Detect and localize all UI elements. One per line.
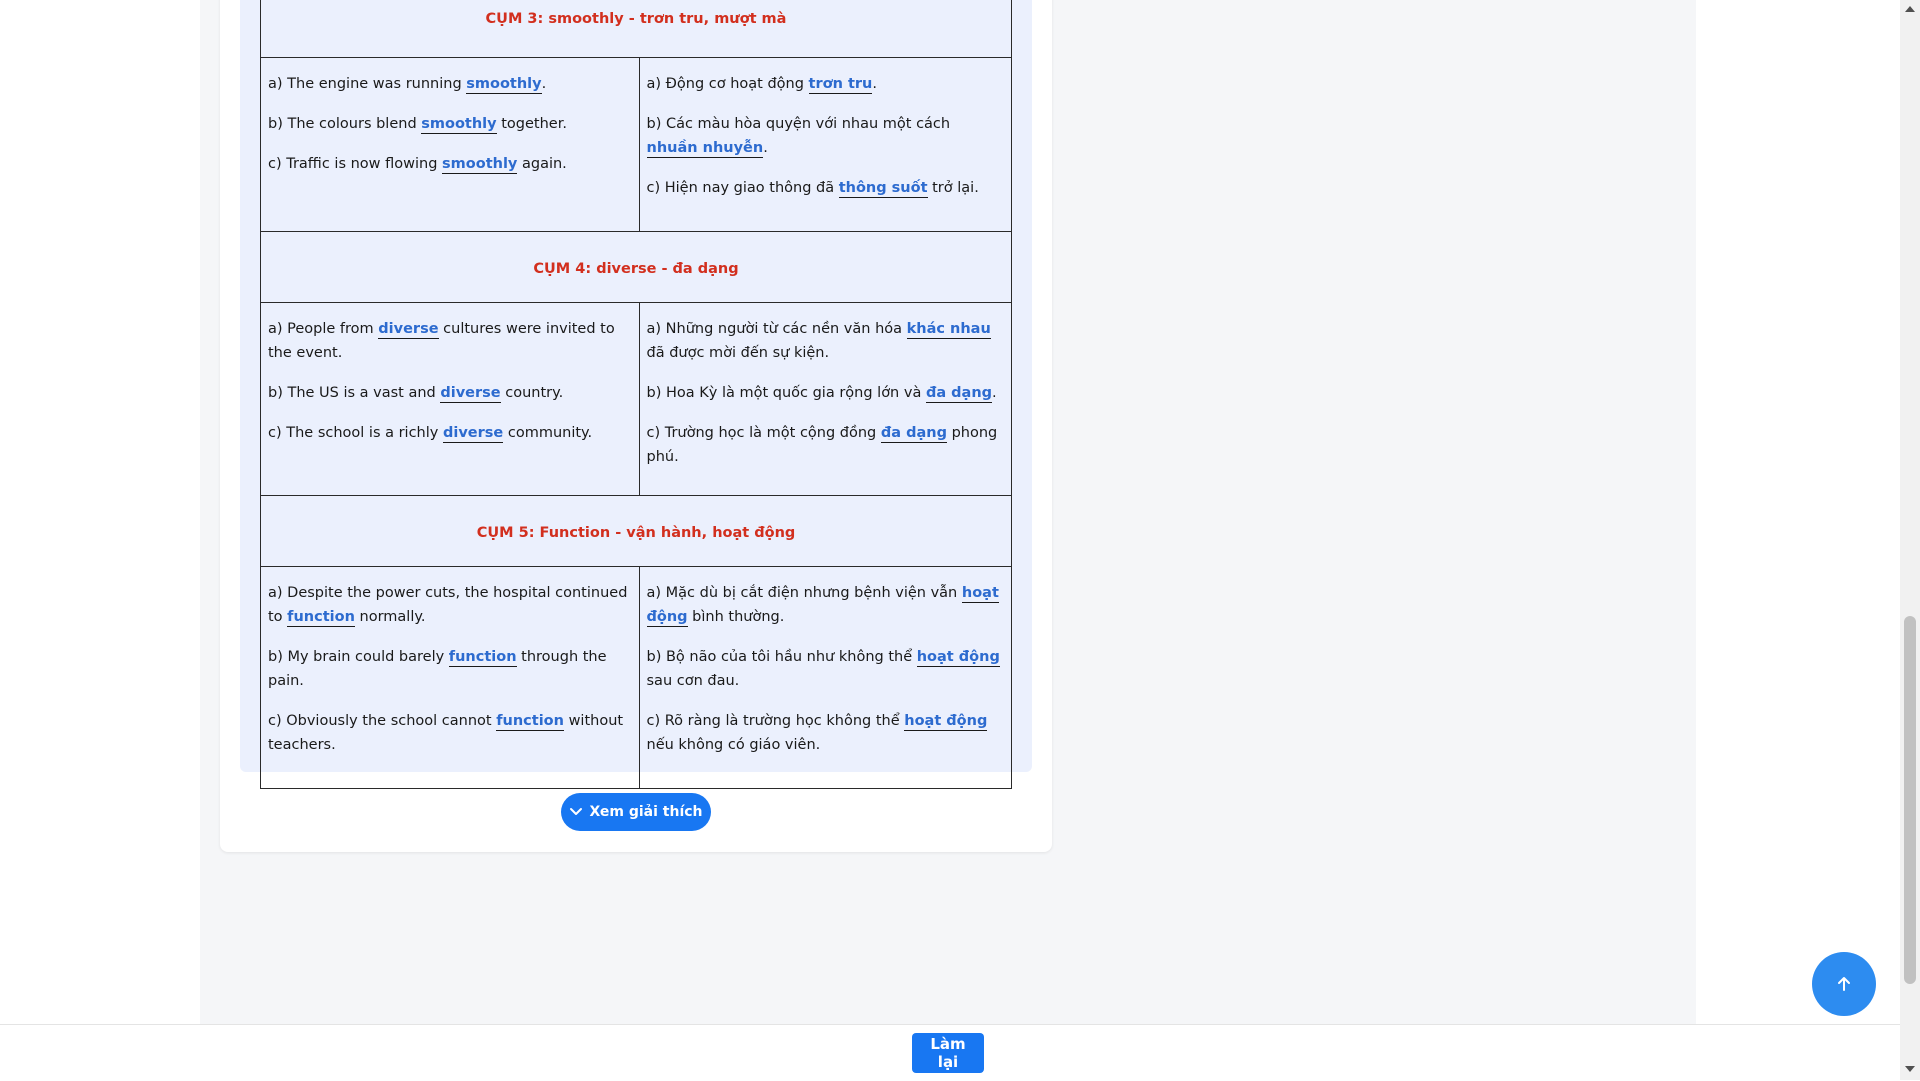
example-sentence: c) Traffic is now flowing smoothly again…: [268, 152, 632, 176]
vietnamese-examples: a) Động cơ hoạt động trơn tru. b) Các màu…: [638, 57, 1012, 232]
sentence-text: c) Traffic is now flowing: [268, 156, 443, 172]
chevron-down-icon: [570, 808, 583, 815]
example-sentence: c) The school is a richly diverse commun…: [268, 421, 632, 445]
example-sentence: b) The US is a vast and diverse country.: [268, 381, 632, 405]
sentence-text: a) Mặc dù bị cắt điện nhưng bệnh viện vẫ…: [646, 585, 962, 601]
sentence-text: sau cơn đau.: [646, 673, 740, 689]
example-row: a) Despite the power cuts, the hospital …: [260, 566, 1012, 789]
scroll-up-arrow-icon[interactable]: [1905, 6, 1915, 12]
group-title: CỤM 3: smoothly - trơn tru, mượt mà: [260, 0, 1012, 58]
keyword-highlight: khác nhau: [906, 321, 991, 339]
sentence-text: country.: [500, 385, 564, 401]
scroll-to-top-button[interactable]: [1812, 952, 1876, 1016]
keyword-highlight: diverse: [442, 425, 504, 443]
sentence-text: .: [541, 76, 547, 92]
example-sentence: b) Các màu hòa quyện với nhau một cách n…: [646, 112, 1005, 160]
vocabulary-table: CỤM 3: smoothly - trơn tru, mượt mà a) Th…: [260, 0, 1012, 789]
keyword-highlight: trơn tru: [808, 76, 873, 94]
keyword-highlight: nhuần nhuyễn: [646, 140, 764, 158]
sentence-text: nếu không có giáo viên.: [646, 737, 821, 753]
sentence-text: c) Trường học là một cộng đồng: [646, 425, 881, 441]
group-header-row: CỤM 5: Function - vận hành, hoạt động: [260, 495, 1012, 567]
sentence-text: b) The US is a vast and: [268, 385, 441, 401]
example-sentence: a) Động cơ hoạt động trơn tru.: [647, 72, 1005, 96]
redo-button[interactable]: Làm lại: [912, 1033, 984, 1073]
sentence-text: .: [872, 76, 877, 92]
example-sentence: c) Trường học là một cộng đồng đa dạng p…: [647, 421, 1005, 469]
group-header-row: CỤM 4: diverse - đa dạng: [260, 231, 1012, 303]
group-title: CỤM 5: Function - vận hành, hoạt động: [260, 495, 1012, 567]
sentence-text: trở lại.: [927, 180, 979, 196]
example-sentence: a) The engine was running smoothly.: [268, 72, 632, 96]
keyword-highlight: diverse: [440, 385, 501, 403]
keyword-highlight: smoothly: [442, 156, 518, 174]
sentence-text: b) My brain could barely: [268, 649, 449, 665]
keyword-highlight: function: [496, 713, 564, 731]
example-sentence: b) Hoa Kỳ là một quốc gia rộng lớn và đa…: [647, 381, 1005, 405]
sentence-text: b) Bộ não của tôi hầu như không thể: [646, 649, 917, 665]
keyword-highlight: function: [287, 609, 355, 627]
sentence-text: bình thường.: [687, 609, 785, 625]
english-examples: a) Despite the power cuts, the hospital …: [260, 566, 640, 789]
sentence-text: c) Hiện nay giao thông đã: [646, 180, 839, 196]
keyword-highlight: hoạt động: [916, 649, 1000, 667]
sentence-text: c) Obviously the school cannot: [268, 713, 497, 729]
sentence-text: c) The school is a richly: [268, 425, 443, 441]
example-row: a) The engine was running smoothly. b) Th…: [260, 57, 1012, 232]
example-sentence: a) Despite the power cuts, the hospital …: [268, 581, 632, 629]
group-header-row: CỤM 3: smoothly - trơn tru, mượt mà: [260, 0, 1012, 58]
sentence-text: together.: [496, 116, 567, 132]
sentence-text: c) Rõ ràng là trường học không thể: [646, 713, 905, 729]
example-sentence: a) Những người từ các nền văn hóa khác n…: [647, 317, 1005, 365]
keyword-highlight: smoothly: [421, 116, 497, 134]
example-sentence: b) My brain could barely function throug…: [268, 645, 632, 693]
sentence-text: .: [992, 385, 997, 401]
example-sentence: b) Bộ não của tôi hầu như không thể hoạt…: [647, 645, 1005, 693]
keyword-highlight: function: [448, 649, 517, 667]
vietnamese-examples: a) Những người từ các nền văn hóa khác n…: [638, 302, 1012, 496]
vietnamese-examples: a) Mặc dù bị cắt điện nhưng bệnh viện vẫ…: [638, 566, 1012, 789]
example-sentence: b) The colours blend smoothly together.: [268, 112, 632, 136]
keyword-highlight: hoạt động: [904, 713, 988, 731]
keyword-highlight: đa dạng: [880, 425, 947, 443]
arrow-up-icon: [1838, 977, 1850, 991]
sentence-text: b) The colours blend: [268, 116, 422, 132]
group-title: CỤM 4: diverse - đa dạng: [260, 231, 1012, 303]
sentence-text: b) Hoa Kỳ là một quốc gia rộng lớn và: [646, 385, 926, 401]
explain-button-label: Xem giải thích: [589, 804, 703, 820]
page-scrollbar[interactable]: [1900, 0, 1920, 1080]
scroll-down-arrow-icon[interactable]: [1905, 1066, 1915, 1072]
sentence-text: community.: [503, 425, 593, 441]
keyword-highlight: diverse: [378, 321, 439, 339]
sentence-text: a) The engine was running: [268, 76, 467, 92]
english-examples: a) People from diverse cultures were inv…: [260, 302, 640, 496]
sentence-text: b) Các màu hòa quyện với nhau một cách: [646, 116, 951, 132]
explain-button[interactable]: Xem giải thích: [561, 793, 711, 831]
example-sentence: a) People from diverse cultures were inv…: [268, 317, 632, 365]
sentence-text: normally.: [354, 609, 426, 625]
sentence-text: again.: [517, 156, 567, 172]
sentence-text: đã được mời đến sự kiện.: [646, 345, 830, 361]
example-sentence: a) Mặc dù bị cắt điện nhưng bệnh viện vẫ…: [646, 581, 1005, 629]
keyword-highlight: đa dạng: [925, 385, 993, 403]
example-sentence: c) Hiện nay giao thông đã thông suốt trở…: [647, 176, 1005, 200]
sentence-text: a) Động cơ hoạt động: [646, 76, 809, 92]
keyword-highlight: thông suốt: [838, 180, 928, 198]
sentence-text: a) Những người từ các nền văn hóa: [646, 321, 907, 337]
sentence-text: a) People from: [268, 321, 379, 337]
scrollbar-thumb[interactable]: [1904, 616, 1916, 984]
sentence-text: .: [763, 140, 768, 156]
example-sentence: c) Obviously the school cannot function …: [268, 709, 632, 757]
keyword-highlight: smoothly: [466, 76, 542, 94]
example-sentence: c) Rõ ràng là trường học không thể hoạt …: [647, 709, 1005, 757]
example-row: a) People from diverse cultures were inv…: [260, 302, 1012, 496]
english-examples: a) The engine was running smoothly. b) Th…: [260, 57, 640, 232]
